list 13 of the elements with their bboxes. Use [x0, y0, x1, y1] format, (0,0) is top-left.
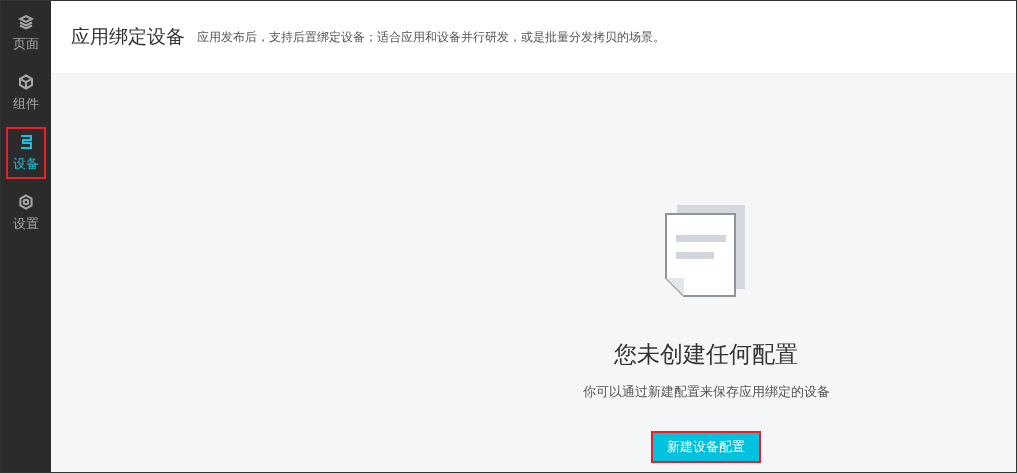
document-icon: [665, 205, 747, 297]
device-icon: [18, 133, 34, 150]
empty-message: 你可以通过新建配置来保存应用绑定的设备: [582, 384, 830, 401]
settings-icon: [18, 193, 34, 210]
sidebar-item[interactable]: 设备: [6, 127, 46, 179]
empty-heading: 您未创建任何配置: [614, 340, 798, 369]
cube-icon: [18, 73, 34, 90]
sidebar-item[interactable]: 设置: [6, 187, 46, 239]
layers-icon: [18, 13, 34, 30]
sidebar-item[interactable]: 组件: [6, 67, 46, 119]
sidebar-item[interactable]: 页面: [6, 7, 46, 59]
page-description: 应用发布后，支持后置绑定设备；适合应用和设备并行研发，或是批量分发拷贝的场景。: [197, 28, 665, 46]
page-title: 应用绑定设备: [71, 24, 185, 49]
